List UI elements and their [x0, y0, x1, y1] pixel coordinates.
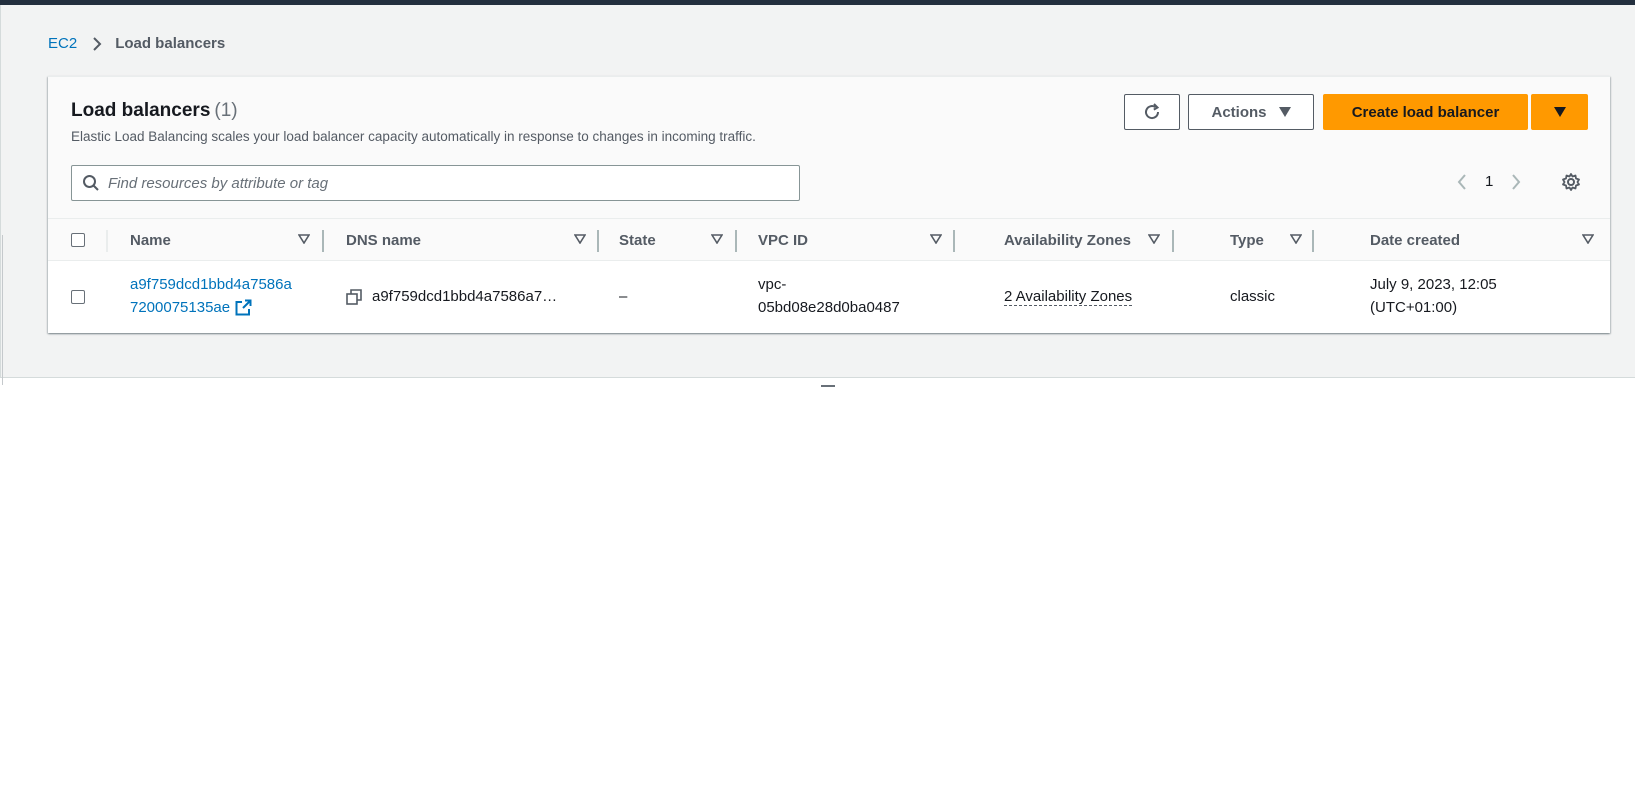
current-page-number[interactable]: 1	[1485, 173, 1493, 190]
sort-icon[interactable]	[298, 234, 310, 244]
name-cell: a9f759dcd1bbd4a7586a 7200075135ae	[130, 273, 292, 319]
chevron-right-icon	[93, 36, 102, 51]
column-header-state[interactable]: State	[619, 219, 656, 261]
column-divider	[735, 230, 737, 252]
column-divider	[1312, 230, 1314, 252]
chevron-right-icon[interactable]	[1511, 173, 1521, 190]
title-text: Load balancers	[71, 100, 211, 121]
gear-icon	[1562, 173, 1580, 191]
column-divider	[953, 230, 955, 252]
load-balancer-name-link[interactable]: a9f759dcd1bbd4a7586a	[130, 273, 292, 296]
page-description: Elastic Load Balancing scales your load …	[71, 129, 756, 144]
external-link-icon[interactable]	[235, 299, 252, 316]
state-value: –	[619, 288, 628, 305]
column-header-date-created[interactable]: Date created	[1370, 219, 1460, 261]
column-divider	[597, 230, 599, 252]
vpc-id-cell: vpc- 05bd08e28d0ba0487	[758, 273, 900, 319]
dns-name-value: a9f759dcd1bbd4a7586a7…	[372, 288, 558, 305]
vpc-id-value: vpc-	[758, 276, 787, 293]
actions-label: Actions	[1211, 103, 1267, 121]
type-value: classic	[1230, 288, 1276, 305]
copy-icon[interactable]	[346, 288, 362, 305]
item-count: (1)	[214, 100, 238, 121]
date-created-value: July 9, 2023, 12:05	[1370, 276, 1497, 293]
sort-icon[interactable]	[711, 234, 723, 244]
sort-icon[interactable]	[930, 234, 942, 244]
breadcrumb-current: Load balancers	[115, 35, 226, 52]
column-divider	[106, 230, 108, 252]
column-header-dns-name[interactable]: DNS name	[346, 219, 421, 261]
sort-icon[interactable]	[1148, 234, 1160, 244]
refresh-icon	[1145, 103, 1160, 120]
breadcrumb: EC2 Load balancers	[48, 35, 225, 52]
table-header-row: Name DNS name State VPC ID Availability …	[48, 219, 1610, 261]
table-preferences-button[interactable]	[1561, 172, 1581, 197]
column-header-name[interactable]: Name	[130, 219, 171, 261]
caret-down-icon	[1278, 107, 1291, 117]
search-icon	[83, 175, 99, 191]
column-header-type[interactable]: Type	[1230, 219, 1264, 261]
table-header-panel: Load balancers (1) Elastic Load Balancing…	[48, 77, 1610, 219]
create-load-balancer-button[interactable]: Create load balancer	[1323, 94, 1528, 130]
column-divider	[1172, 230, 1174, 252]
sort-icon[interactable]	[1290, 234, 1302, 244]
dns-name-cell: a9f759dcd1bbd4a7586a7…	[346, 285, 557, 308]
column-header-availability-zones[interactable]: Availability Zones	[1004, 219, 1131, 261]
refresh-button[interactable]	[1124, 94, 1180, 130]
resize-handle[interactable]	[821, 385, 835, 387]
create-label: Create load balancer	[1351, 103, 1500, 121]
column-divider	[322, 230, 324, 252]
main-content: EC2 Load balancers Load balancers (1) Ela…	[0, 5, 1635, 378]
pagination: 1	[1457, 173, 1521, 190]
create-options-dropdown-button[interactable]	[1531, 94, 1588, 130]
chevron-left-icon[interactable]	[1457, 173, 1467, 190]
sort-icon[interactable]	[1582, 234, 1594, 244]
load-balancer-name-link-continued[interactable]: 7200075135ae	[130, 296, 230, 319]
breadcrumb-ec2-link[interactable]: EC2	[48, 35, 77, 52]
date-created-cell: July 9, 2023, 12:05 (UTC+01:00)	[1370, 273, 1497, 319]
search-field[interactable]	[71, 165, 800, 201]
availability-zones-popover-trigger[interactable]: 2 Availability Zones	[1004, 288, 1133, 306]
table-row[interactable]: a9f759dcd1bbd4a7586a 7200075135ae a9f759…	[48, 262, 1610, 333]
sort-icon[interactable]	[574, 234, 586, 244]
select-all-checkbox[interactable]	[71, 233, 85, 247]
load-balancers-table-card: Load balancers (1) Elastic Load Balancing…	[48, 76, 1610, 333]
caret-down-icon	[1553, 107, 1566, 117]
date-created-timezone: (UTC+01:00)	[1370, 299, 1458, 316]
page-title: Load balancers (1)	[71, 100, 238, 122]
actions-dropdown-button[interactable]: Actions	[1188, 94, 1314, 130]
availability-zones-cell: 2 Availability Zones	[1004, 285, 1133, 308]
column-header-vpc-id[interactable]: VPC ID	[758, 219, 808, 261]
row-select-checkbox[interactable]	[71, 290, 85, 304]
vpc-id-value-continued: 05bd08e28d0ba0487	[758, 299, 900, 316]
left-panel-edge	[2, 235, 3, 385]
search-input[interactable]	[108, 174, 758, 192]
